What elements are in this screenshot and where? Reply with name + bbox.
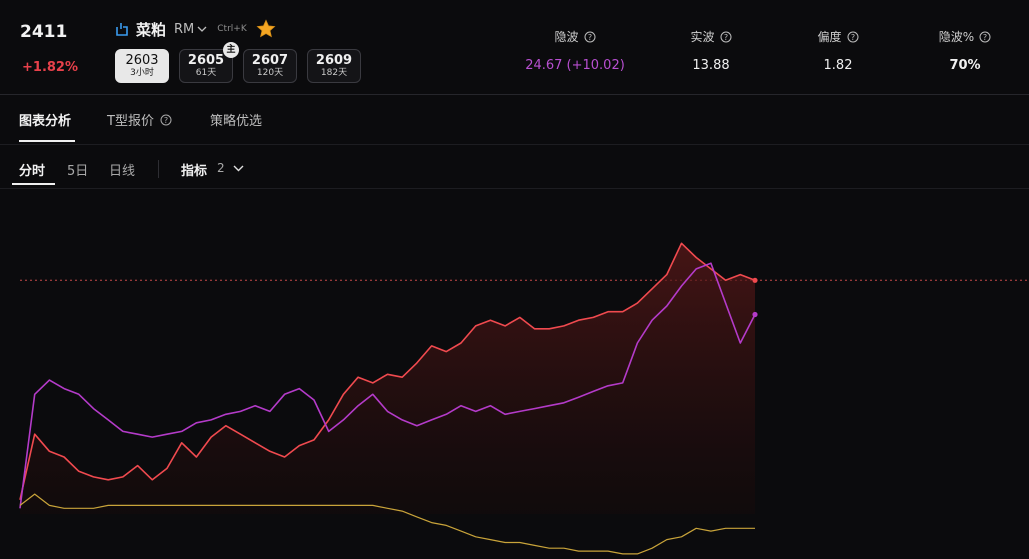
favorite-star-icon[interactable]: [255, 18, 277, 40]
chevron-down-icon[interactable]: [233, 163, 244, 174]
metric-label: 实波: [690, 30, 715, 44]
symbol-code: RM: [174, 21, 195, 37]
metric-change: (+10.02): [566, 58, 625, 73]
symbol-selector[interactable]: 菜粕 RM Ctrl+K: [114, 18, 277, 40]
contract-code: 2609: [315, 53, 353, 68]
svg-text:?: ?: [723, 33, 727, 42]
indicator-button[interactable]: 指标: [181, 160, 207, 179]
help-icon[interactable]: ?: [979, 31, 991, 43]
price-change: +1.82%: [22, 60, 78, 75]
metric-value: 70%: [949, 58, 981, 73]
metric-value: 1.82: [823, 58, 853, 73]
tab-daily[interactable]: 日线: [109, 160, 135, 179]
main-contract-badge: 主: [223, 42, 239, 58]
contract-expiry: 120天: [256, 68, 284, 78]
metric-implied-vol: 隐波 ? 24.67 (+10.02): [515, 26, 635, 73]
metric-value: 13.88: [692, 58, 730, 73]
contract-code: 2607: [251, 53, 289, 68]
metric-label: 隐波%: [938, 30, 975, 44]
timeframe-tabs: 分时 5日 日线 指标 2: [0, 146, 1029, 189]
search-shortcut: Ctrl+K: [217, 24, 247, 34]
metric-label: 隐波: [554, 30, 579, 44]
help-icon[interactable]: ?: [847, 31, 859, 43]
svg-text:?: ?: [164, 116, 168, 125]
metric-value: 24.67: [525, 58, 563, 73]
contract-button-2605[interactable]: 2605 61天 主: [179, 42, 239, 83]
active-subtab-indicator: [12, 183, 55, 185]
contract-button-2609[interactable]: 2609 182天: [307, 49, 361, 83]
chevron-down-icon[interactable]: [197, 24, 207, 34]
series-area-fill: [20, 243, 755, 515]
svg-text:?: ?: [850, 33, 854, 42]
metric-iv-percentile: 隐波% ? 70%: [905, 26, 1025, 73]
contract-month-list: 2603 3小时 2605 61天 主 2607 120天 2609 182天: [115, 42, 371, 83]
series-end-point-2: [752, 311, 758, 318]
main-tabs: 图表分析 T型报价 ? 策略优选: [0, 96, 1029, 145]
last-price: 2411: [20, 22, 68, 42]
contract-button-2607[interactable]: 2607 120天: [243, 49, 297, 83]
help-icon[interactable]: ?: [720, 31, 732, 43]
contract-expiry: 61天: [195, 68, 217, 78]
contract-icon: [116, 23, 128, 36]
contract-button-2603[interactable]: 2603 3小时: [115, 49, 169, 83]
tab-chart-analysis[interactable]: 图表分析: [19, 110, 71, 129]
instrument-header: 2411 +1.82% 菜粕 RM Ctrl+K 2603 3小时 2605 6…: [0, 0, 1029, 95]
tab-strategy[interactable]: 策略优选: [210, 110, 262, 129]
svg-text:?: ?: [587, 33, 591, 42]
tab-5day[interactable]: 5日: [67, 160, 88, 179]
symbol-name: 菜粕: [136, 20, 167, 39]
divider: [158, 160, 159, 178]
tab-intraday[interactable]: 分时: [19, 160, 45, 179]
metric-realized-vol: 实波 ? 13.88: [651, 26, 771, 73]
help-icon[interactable]: ?: [584, 31, 596, 43]
active-tab-indicator: [19, 140, 75, 142]
metric-label: 偏度: [817, 30, 842, 44]
volatility-chart[interactable]: [0, 189, 1029, 559]
contract-expiry: 182天: [320, 68, 348, 78]
tab-t-quote[interactable]: T型报价 ?: [107, 110, 172, 129]
help-icon[interactable]: ?: [160, 114, 172, 126]
tab-label: T型报价: [107, 114, 154, 129]
metric-skew: 偏度 ? 1.82: [778, 26, 898, 73]
svg-text:?: ?: [983, 33, 987, 42]
contract-code: 2605: [187, 53, 225, 68]
contract-expiry: 3小时: [130, 68, 154, 78]
indicator-count: 2: [217, 161, 225, 175]
contract-code: 2603: [125, 53, 159, 68]
series-end-point-1: [752, 277, 758, 283]
